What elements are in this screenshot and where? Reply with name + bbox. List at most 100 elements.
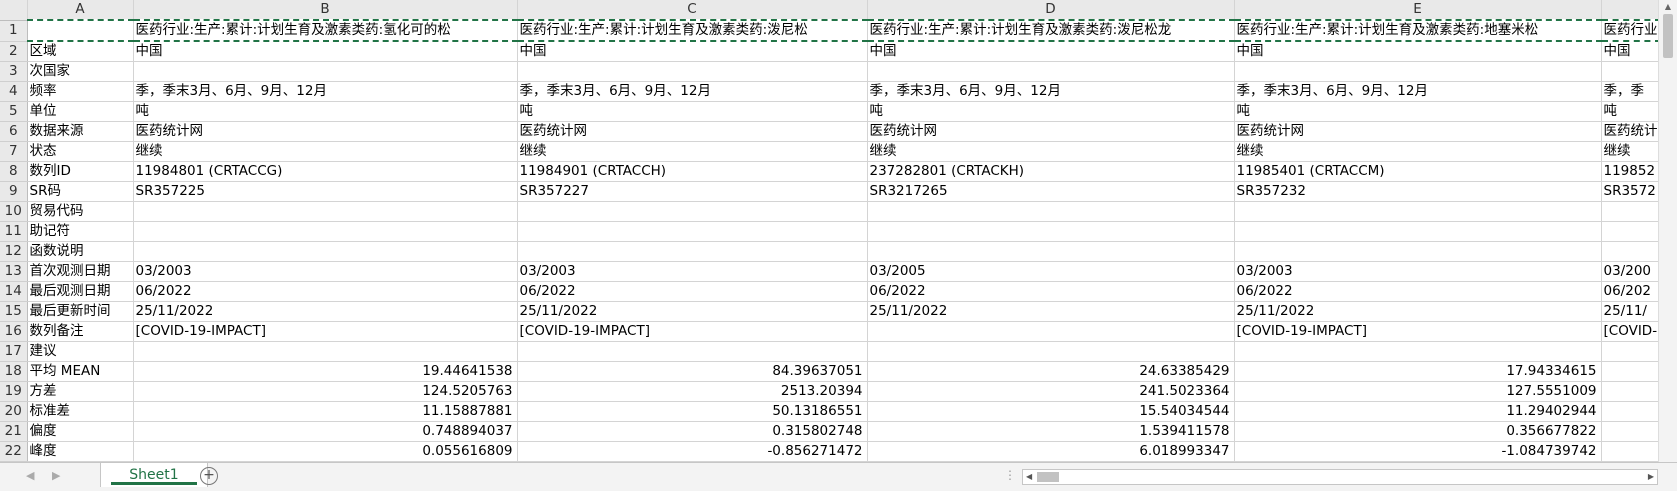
- cell-a2[interactable]: 区域: [27, 41, 134, 62]
- cell-b14[interactable]: 06/2022: [133, 281, 518, 302]
- row-header[interactable]: 10: [0, 201, 28, 222]
- vertical-scroll-thumb[interactable]: [1663, 14, 1673, 58]
- cell-c17[interactable]: [517, 341, 868, 362]
- cell-c7[interactable]: 继续: [517, 141, 868, 162]
- cell-f14[interactable]: 06/202: [1601, 281, 1661, 302]
- cell-b2[interactable]: 中国: [133, 41, 518, 62]
- cell-b11[interactable]: [133, 221, 518, 242]
- cell-c9[interactable]: SR357227: [517, 181, 868, 202]
- cell-d17[interactable]: [867, 341, 1235, 362]
- cell-d12[interactable]: [867, 241, 1235, 262]
- cell-e5[interactable]: 吨: [1234, 101, 1602, 122]
- cell-a6[interactable]: 数据来源: [27, 121, 134, 142]
- cell-f6[interactable]: 医药统计: [1601, 121, 1661, 142]
- row-header[interactable]: 9: [0, 181, 28, 202]
- cell-c5[interactable]: 吨: [517, 101, 868, 122]
- cell-e16[interactable]: [COVID-19-IMPACT]: [1234, 321, 1602, 342]
- column-header-b[interactable]: B: [133, 0, 518, 21]
- column-header-d[interactable]: D: [867, 0, 1235, 21]
- cell-e10[interactable]: [1234, 201, 1602, 222]
- cell-b12[interactable]: [133, 241, 518, 262]
- cell-c19[interactable]: 2513.20394: [517, 381, 868, 402]
- cell-b17[interactable]: [133, 341, 518, 362]
- cell-d22[interactable]: 6.018993347: [867, 441, 1235, 462]
- cell-d13[interactable]: 03/2005: [867, 261, 1235, 282]
- cell-f20[interactable]: [1601, 401, 1661, 422]
- cell-f3[interactable]: [1601, 61, 1661, 82]
- cell-e22[interactable]: -1.084739742: [1234, 441, 1602, 462]
- row-header[interactable]: 2: [0, 41, 28, 62]
- cell-c21[interactable]: 0.315802748: [517, 421, 868, 442]
- cell-a17[interactable]: 建议: [27, 341, 134, 362]
- row-header[interactable]: 5: [0, 101, 28, 122]
- cell-e11[interactable]: [1234, 221, 1602, 242]
- cell-f9[interactable]: SR3572: [1601, 181, 1661, 202]
- cell-b6[interactable]: 医药统计网: [133, 121, 518, 142]
- cell-f10[interactable]: [1601, 201, 1661, 222]
- scroll-up-icon[interactable]: ▲: [1663, 2, 1673, 11]
- cell-c10[interactable]: [517, 201, 868, 222]
- cell-a18[interactable]: 平均 MEAN: [27, 361, 134, 382]
- cell-b9[interactable]: SR357225: [133, 181, 518, 202]
- cell-d11[interactable]: [867, 221, 1235, 242]
- horizontal-scroll-thumb[interactable]: [1037, 472, 1059, 482]
- cell-f15[interactable]: 25/11/: [1601, 301, 1661, 322]
- cell-a8[interactable]: 数列ID: [27, 161, 134, 182]
- cell-a3[interactable]: 次国家: [27, 61, 134, 82]
- column-header-c[interactable]: C: [517, 0, 868, 21]
- row-header[interactable]: 16: [0, 321, 28, 342]
- cell-c11[interactable]: [517, 221, 868, 242]
- cell-e12[interactable]: [1234, 241, 1602, 262]
- cell-e4[interactable]: 季，季末3月、6月、9月、12月: [1234, 81, 1602, 102]
- cell-f11[interactable]: [1601, 221, 1661, 242]
- cell-a22[interactable]: 峰度: [27, 441, 134, 462]
- row-header[interactable]: 19: [0, 381, 28, 402]
- cell-c20[interactable]: 50.13186551: [517, 401, 868, 422]
- cell-e21[interactable]: 0.356677822: [1234, 421, 1602, 442]
- cell-f7[interactable]: 继续: [1601, 141, 1661, 162]
- cell-f12[interactable]: [1601, 241, 1661, 262]
- add-sheet-icon[interactable]: +: [200, 467, 218, 485]
- row-header[interactable]: 6: [0, 121, 28, 142]
- cell-d20[interactable]: 15.54034544: [867, 401, 1235, 422]
- sheet-tab[interactable]: Sheet1: [100, 463, 208, 487]
- cell-d16[interactable]: [867, 321, 1235, 342]
- cell-a14[interactable]: 最后观测日期: [27, 281, 134, 302]
- cell-f19[interactable]: [1601, 381, 1661, 402]
- split-handle-icon[interactable]: ⋮: [1004, 468, 1016, 482]
- cell-d14[interactable]: 06/2022: [867, 281, 1235, 302]
- cell-a11[interactable]: 助记符: [27, 221, 134, 242]
- cell-b7[interactable]: 继续: [133, 141, 518, 162]
- row-header[interactable]: 15: [0, 301, 28, 322]
- cell-a13[interactable]: 首次观测日期: [27, 261, 134, 282]
- cell-a4[interactable]: 频率: [27, 81, 134, 102]
- select-all-corner[interactable]: [0, 0, 28, 21]
- cell-f16[interactable]: [COVID-: [1601, 321, 1661, 342]
- cell-a9[interactable]: SR码: [27, 181, 134, 202]
- cell-e3[interactable]: [1234, 61, 1602, 82]
- cell-c14[interactable]: 06/2022: [517, 281, 868, 302]
- cell-d9[interactable]: SR3217265: [867, 181, 1235, 202]
- column-header-a[interactable]: A: [27, 0, 134, 21]
- cell-d2[interactable]: 中国: [867, 41, 1235, 62]
- cell-b15[interactable]: 25/11/2022: [133, 301, 518, 322]
- cell-b4[interactable]: 季，季末3月、6月、9月、12月: [133, 81, 518, 102]
- prev-sheet-icon[interactable]: ◀: [26, 469, 34, 482]
- cell-b20[interactable]: 11.15887881: [133, 401, 518, 422]
- cell-a7[interactable]: 状态: [27, 141, 134, 162]
- cell-f22[interactable]: [1601, 441, 1661, 462]
- cell-e19[interactable]: 127.5551009: [1234, 381, 1602, 402]
- cell-b3[interactable]: [133, 61, 518, 82]
- cell-f13[interactable]: 03/200: [1601, 261, 1661, 282]
- cell-e7[interactable]: 继续: [1234, 141, 1602, 162]
- cell-c8[interactable]: 11984901 (CRTACCH): [517, 161, 868, 182]
- cell-d19[interactable]: 241.5023364: [867, 381, 1235, 402]
- cell-b1[interactable]: 医药行业:生产:累计:计划生育及激素类药:氢化可的松: [133, 19, 518, 42]
- cell-f17[interactable]: [1601, 341, 1661, 362]
- cell-c18[interactable]: 84.39637051: [517, 361, 868, 382]
- cell-f21[interactable]: [1601, 421, 1661, 442]
- cell-d4[interactable]: 季，季末3月、6月、9月、12月: [867, 81, 1235, 102]
- cell-a16[interactable]: 数列备注: [27, 321, 134, 342]
- row-header[interactable]: 8: [0, 161, 28, 182]
- cell-f18[interactable]: [1601, 361, 1661, 382]
